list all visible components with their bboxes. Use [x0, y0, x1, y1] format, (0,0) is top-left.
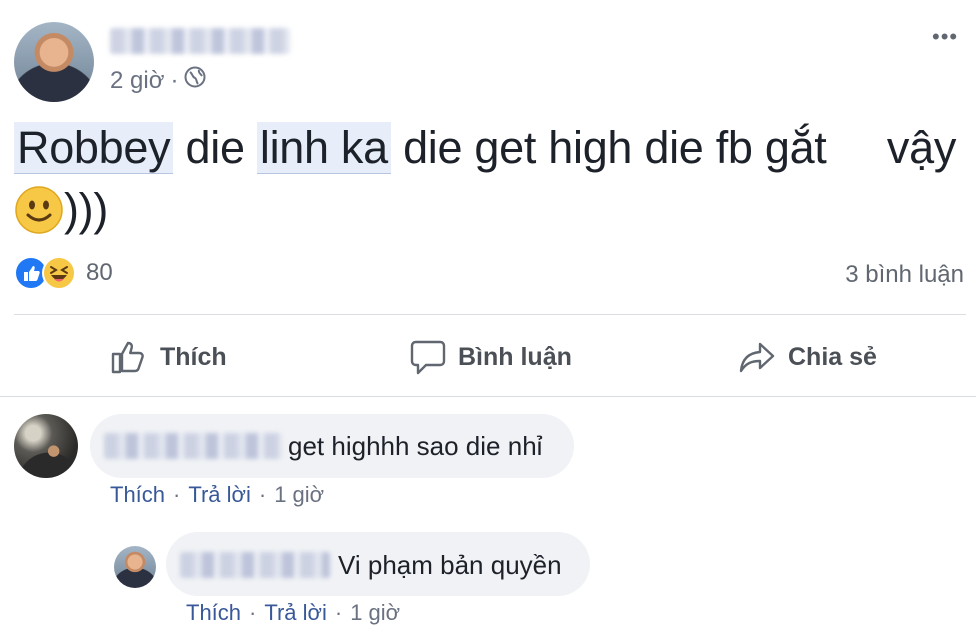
thumbs-up-icon	[110, 338, 148, 376]
comment-count[interactable]: 3 bình luận	[845, 261, 964, 289]
haha-reaction-icon	[42, 256, 76, 290]
more-icon[interactable]: •••	[932, 24, 958, 50]
post-meta: 2 giờ ·	[110, 66, 206, 95]
like-button[interactable]: Thích	[110, 336, 227, 378]
share-icon	[738, 338, 776, 376]
comment-button[interactable]: Bình luận	[410, 336, 572, 378]
separator-dot: ·	[258, 482, 267, 507]
replier-name-redacted[interactable]	[180, 552, 330, 578]
share-label: Chia sẻ	[788, 342, 877, 371]
separator-dot: ·	[173, 482, 181, 507]
comment-text: get highhh sao die nhỉ	[288, 431, 543, 461]
post-text-3: vậy	[886, 122, 957, 173]
divider	[0, 396, 976, 397]
reply-like-link[interactable]: Thích	[186, 600, 241, 626]
separator-dot: ·	[334, 600, 343, 625]
smile-emoji-icon	[14, 185, 64, 235]
share-button[interactable]: Chia sẻ	[738, 336, 877, 378]
divider	[14, 314, 966, 315]
mention-linh-ka[interactable]: linh ka	[256, 122, 391, 174]
post-time[interactable]: 2 giờ	[110, 67, 164, 95]
reply-avatar[interactable]	[114, 546, 156, 588]
post-text-tail: )))	[64, 184, 109, 235]
reply-actions: Thích · Trả lời · 1 giờ	[186, 600, 400, 626]
comment-like-link[interactable]: Thích	[110, 482, 165, 508]
post-body-line2: )))	[14, 182, 108, 238]
comment-actions: Thích · Trả lời · 1 giờ	[110, 482, 324, 508]
commenter-avatar[interactable]	[14, 414, 78, 478]
reaction-summary[interactable]: 80	[14, 256, 113, 290]
meta-separator: ·	[170, 66, 179, 94]
comment-time[interactable]: 1 giờ	[274, 482, 324, 508]
commenter-name-redacted[interactable]	[104, 433, 282, 459]
comment-label: Bình luận	[458, 342, 572, 371]
comment-reply-link[interactable]: Trả lời	[188, 482, 251, 508]
reply-reply-link[interactable]: Trả lời	[264, 600, 327, 626]
post-text-1: die	[185, 122, 245, 173]
like-label: Thích	[160, 342, 227, 371]
globe-icon[interactable]	[184, 66, 206, 95]
reply-time[interactable]: 1 giờ	[350, 600, 400, 626]
comment-icon	[410, 338, 446, 376]
author-avatar[interactable]	[14, 22, 94, 102]
separator-dot: ·	[249, 600, 257, 625]
author-name-redacted[interactable]	[110, 28, 290, 54]
reaction-count[interactable]: 80	[86, 259, 113, 287]
post-text-2: die get high die fb gắt	[403, 122, 827, 173]
reply-text: Vi phạm bản quyền	[338, 550, 562, 580]
post-body: Robbey die linh ka die get high die fb g…	[14, 120, 969, 176]
mention-robbey[interactable]: Robbey	[14, 122, 174, 174]
